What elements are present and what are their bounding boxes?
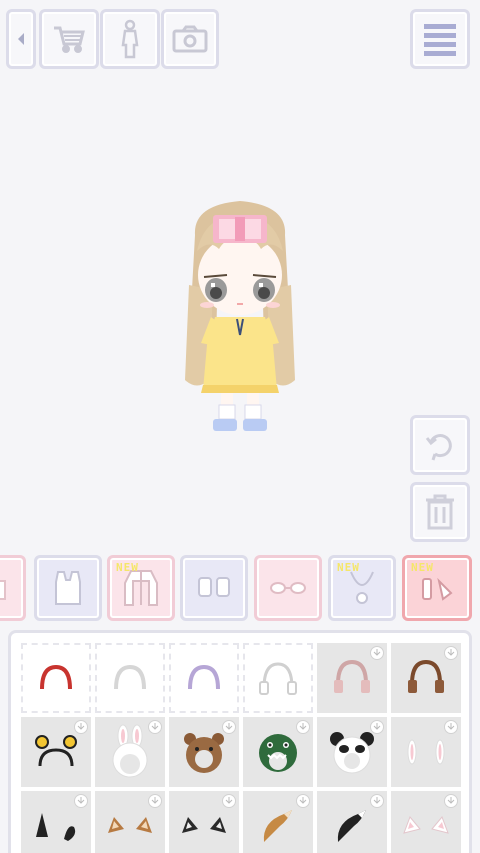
cat-ears-icon xyxy=(182,817,226,833)
item-bear-hood[interactable] xyxy=(169,717,239,787)
download-icon xyxy=(148,794,162,808)
headband-icon xyxy=(114,664,146,690)
download-icon xyxy=(222,720,236,734)
download-icon xyxy=(296,794,310,808)
download-icon xyxy=(222,794,236,808)
cat-ears-icon xyxy=(108,817,152,833)
item-black-tipped-ears[interactable] xyxy=(169,791,239,853)
item-black-cat-ears[interactable] xyxy=(21,791,91,853)
item-grid xyxy=(21,643,461,853)
bear-hood-icon xyxy=(184,733,224,773)
headband-icon xyxy=(40,664,72,690)
cat-ears-icon xyxy=(403,816,449,834)
download-icon xyxy=(148,720,162,734)
category-partial[interactable] xyxy=(0,555,26,621)
camera-button[interactable] xyxy=(161,9,219,69)
category-accessories[interactable]: NEW xyxy=(402,555,472,621)
cat-ears-icon xyxy=(36,813,76,841)
item-panel xyxy=(8,630,472,853)
category-necklaces[interactable]: NEW xyxy=(328,555,396,621)
item-purple-headband[interactable] xyxy=(169,643,239,713)
item-panda-hood[interactable] xyxy=(317,717,387,787)
bunny-hood-icon xyxy=(112,724,148,778)
character-avatar[interactable] xyxy=(175,195,305,440)
trash-button[interactable] xyxy=(410,482,470,542)
category-socks[interactable] xyxy=(180,555,248,621)
category-bar: NEW NEW NEW xyxy=(0,553,480,625)
item-red-headband[interactable] xyxy=(21,643,91,713)
category-glasses[interactable] xyxy=(254,555,322,621)
download-icon xyxy=(444,794,458,808)
item-white-headphones[interactable] xyxy=(243,643,313,713)
download-icon xyxy=(444,720,458,734)
category-tops[interactable] xyxy=(34,555,102,621)
item-brown-headphones[interactable] xyxy=(391,643,461,713)
trash-icon xyxy=(424,494,456,530)
triangle-left-icon xyxy=(16,32,26,46)
bunny-ears-icon xyxy=(407,739,445,765)
item-white-headband[interactable] xyxy=(95,643,165,713)
item-brown-cat-ears[interactable] xyxy=(95,791,165,853)
shopping-cart-icon xyxy=(52,24,86,54)
dino-hood-icon xyxy=(259,734,297,772)
rotate-button[interactable] xyxy=(410,415,470,475)
headphones-icon xyxy=(408,659,444,693)
item-bunny-hood[interactable] xyxy=(95,717,165,787)
back-button[interactable] xyxy=(6,9,36,69)
pixel-doll-figure xyxy=(185,201,295,431)
item-fox-tail[interactable] xyxy=(243,791,313,853)
glasses-icon xyxy=(269,580,307,596)
download-icon xyxy=(370,794,384,808)
item-white-bunny-ears[interactable] xyxy=(391,717,461,787)
body-button[interactable] xyxy=(100,9,160,69)
download-icon xyxy=(370,646,384,660)
necklace-icon xyxy=(347,568,377,608)
item-pink-headphones[interactable] xyxy=(317,643,387,713)
shop-button[interactable] xyxy=(39,9,99,69)
antenna-headband-icon xyxy=(35,735,77,767)
new-badge: NEW xyxy=(337,561,360,574)
menu-button[interactable] xyxy=(410,9,470,69)
headphones-icon xyxy=(334,659,370,693)
tail-icon xyxy=(337,810,366,842)
item-black-tail[interactable] xyxy=(317,791,387,853)
headband-icon xyxy=(188,664,220,690)
category-outerwear[interactable]: NEW xyxy=(107,555,175,621)
download-icon xyxy=(296,720,310,734)
item-pink-cat-ears[interactable] xyxy=(391,791,461,853)
camera-icon xyxy=(172,25,208,53)
tail-icon xyxy=(263,810,292,842)
headphones-icon xyxy=(259,662,297,695)
new-badge: NEW xyxy=(411,561,434,574)
new-badge: NEW xyxy=(116,561,139,574)
download-icon xyxy=(74,720,88,734)
item-bee-antenna[interactable] xyxy=(21,717,91,787)
hamburger-menu-icon xyxy=(424,22,456,56)
download-icon xyxy=(370,720,384,734)
download-icon xyxy=(444,646,458,660)
panda-hood-icon xyxy=(330,732,374,774)
download-icon xyxy=(74,794,88,808)
socks-icon xyxy=(197,576,231,600)
clothing-icon xyxy=(0,573,7,603)
item-dino-hood[interactable] xyxy=(243,717,313,787)
rotate-icon xyxy=(423,428,457,462)
tank-top-icon xyxy=(50,568,86,608)
accessory-icon xyxy=(419,573,455,603)
body-silhouette-icon xyxy=(119,19,141,59)
